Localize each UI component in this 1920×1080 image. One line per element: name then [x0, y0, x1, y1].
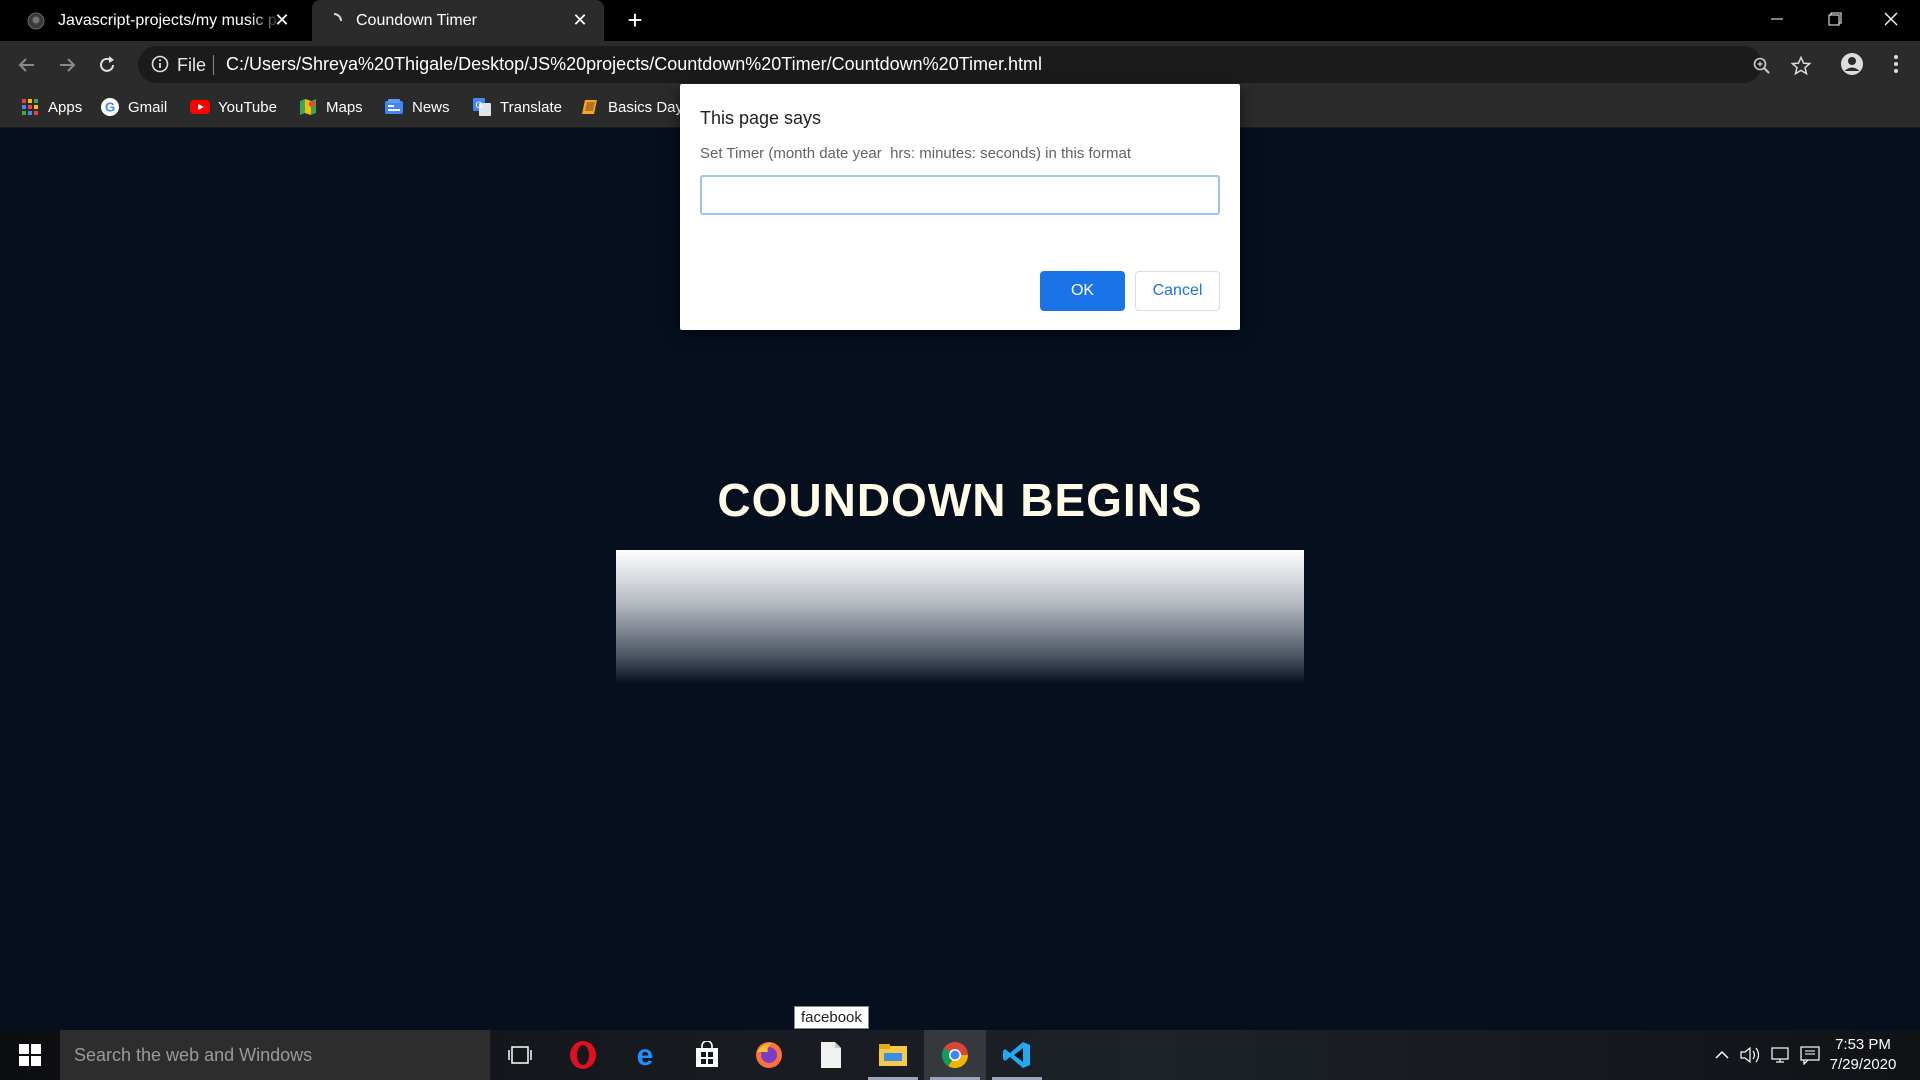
bookmark-label: Maps [326, 98, 363, 116]
action-center-icon[interactable] [1798, 1043, 1822, 1067]
dialog-title: This page says [700, 108, 822, 128]
zoom-icon[interactable] [1750, 54, 1774, 78]
taskbar-app-notepad[interactable] [800, 1030, 862, 1080]
taskbar-app-edge[interactable]: e [614, 1030, 676, 1080]
close-tab-icon[interactable]: ✕ [570, 10, 590, 30]
task-view-icon [508, 1046, 532, 1064]
taskbar-app-chrome[interactable] [924, 1030, 986, 1080]
apps-grid-icon [20, 97, 40, 117]
site-info-icon[interactable] [150, 54, 170, 74]
task-view-button[interactable] [489, 1030, 551, 1080]
minimize-button[interactable] [1748, 0, 1806, 38]
reload-icon [100, 56, 114, 72]
bookmark-maps[interactable]: Maps [298, 94, 363, 120]
chrome-icon [941, 1042, 969, 1069]
maps-icon [298, 97, 318, 117]
book-icon [580, 97, 600, 117]
close-tab-icon[interactable]: ✕ [272, 10, 292, 30]
bookmark-gmail[interactable]: G Gmail [100, 94, 167, 120]
loading-spinner-icon [324, 11, 344, 31]
ok-button[interactable]: OK [1040, 271, 1125, 311]
translate-icon: G [472, 97, 492, 117]
back-arrow-icon [18, 58, 34, 72]
bookmark-translate[interactable]: G Translate [472, 94, 562, 120]
bookmark-basics-day[interactable]: Basics Day [580, 94, 683, 120]
svg-text:G: G [105, 100, 115, 115]
news-icon [384, 97, 404, 117]
clock-date: 7/29/2020 [1829, 1056, 1897, 1073]
taskbar-app-opera[interactable] [552, 1030, 614, 1080]
taskbar-search-box[interactable]: Search the web and Windows [60, 1030, 490, 1080]
taskbar-app-firefox[interactable] [738, 1030, 800, 1080]
start-button[interactable] [0, 1030, 60, 1080]
back-button[interactable] [11, 49, 43, 81]
tab-countdown-timer[interactable]: Coundown Timer ✕ [312, 0, 604, 41]
close-icon [1884, 12, 1898, 26]
folder-icon [879, 1044, 907, 1066]
bookmark-label: News [412, 98, 450, 116]
taskbar-app-store[interactable] [676, 1030, 738, 1080]
taskbar-app-vscode[interactable] [986, 1030, 1048, 1080]
bookmark-label: Apps [48, 98, 83, 116]
divider [213, 55, 214, 75]
vscode-icon [1003, 1042, 1030, 1068]
timer-display [616, 550, 1304, 684]
dialog-message: Set Timer (month date year hrs: minutes:… [700, 145, 1132, 162]
bookmark-label: Basics Day [608, 98, 684, 116]
opera-icon [570, 1041, 596, 1069]
scheme-label: File [177, 55, 207, 75]
address-bar[interactable]: File C:/Users/Shreya%20Thigale/Desktop/J… [138, 46, 1770, 83]
bookmark-apps[interactable]: Apps [20, 94, 82, 120]
network-icon[interactable] [1769, 1043, 1793, 1067]
tab-title: Coundown Timer [356, 11, 477, 29]
bookmark-youtube[interactable]: YouTube [190, 94, 277, 120]
svg-text:G: G [475, 100, 482, 110]
restore-button[interactable] [1806, 0, 1864, 38]
forward-arrow-icon [60, 58, 76, 72]
github-icon [26, 11, 46, 31]
bookmark-label: Translate [500, 98, 562, 116]
system-clock[interactable]: 7:53 PM 7/29/2020 [1822, 1035, 1904, 1075]
cancel-button[interactable]: Cancel [1135, 271, 1220, 311]
profile-avatar-icon[interactable] [1840, 52, 1864, 76]
page-heading: COUNDOWN BEGINS [717, 474, 1203, 526]
document-icon [821, 1042, 841, 1068]
prompt-dialog: This page says Set Timer (month date yea… [680, 84, 1240, 330]
google-icon: G [100, 97, 120, 117]
svg-text:e: e [637, 1040, 654, 1070]
clock-time: 7:53 PM [1835, 1036, 1891, 1053]
bookmark-label: Gmail [128, 98, 168, 116]
browser-toolbar: File C:/Users/Shreya%20Thigale/Desktop/J… [0, 41, 1920, 88]
bookmark-label: YouTube [218, 98, 277, 116]
taskbar-app-file-explorer[interactable] [862, 1030, 924, 1080]
dialog-input[interactable] [700, 175, 1220, 215]
volume-icon[interactable] [1738, 1043, 1762, 1067]
url-text[interactable]: C:/Users/Shreya%20Thigale/Desktop/JS%20p… [226, 54, 1042, 75]
menu-kebab-icon[interactable] [1884, 52, 1908, 76]
bookmark-star-icon[interactable] [1789, 54, 1813, 78]
taskbar: Search the web and Windows e 7:53 PM 7/2… [0, 1030, 1920, 1080]
firefox-icon [756, 1042, 782, 1068]
tab-music-player[interactable]: Javascript-projects/my music pla ✕ [14, 0, 306, 41]
restore-icon [1828, 12, 1842, 26]
store-icon [696, 1041, 718, 1067]
forward-button[interactable] [51, 49, 83, 81]
edge-icon: e [637, 1040, 654, 1070]
new-tab-button[interactable]: + [622, 7, 648, 34]
minimize-icon [1771, 18, 1783, 20]
bookmark-news[interactable]: News [384, 94, 450, 120]
close-window-button[interactable] [1862, 0, 1920, 38]
tab-strip: Javascript-projects/my music pla ✕ Cound… [0, 0, 1920, 41]
windows-logo-icon [19, 1044, 41, 1066]
youtube-icon [190, 97, 210, 117]
show-hidden-icons-chevron-icon[interactable] [1710, 1043, 1734, 1067]
tab-title: Javascript-projects/my music pla [58, 11, 283, 29]
reload-button[interactable] [91, 49, 123, 81]
taskbar-tooltip: facebook [794, 1006, 869, 1029]
